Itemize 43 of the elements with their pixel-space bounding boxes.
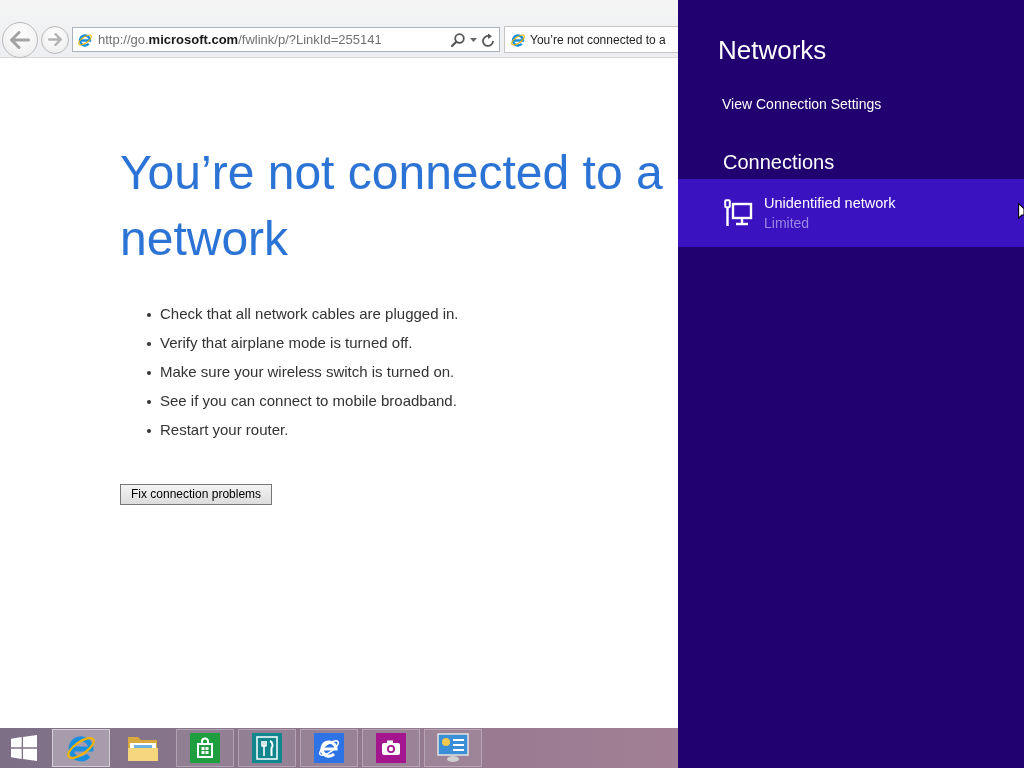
shopping-bag-icon	[190, 733, 220, 763]
fork-knife-icon	[252, 733, 282, 763]
tip-text: Make sure your wireless switch is turned on.	[160, 362, 455, 383]
wired-monitor-icon	[723, 199, 753, 227]
browser-tab[interactable]: You’re not connected to a	[504, 26, 678, 53]
arrow-right-icon	[48, 33, 62, 46]
tip-text: Restart your router.	[160, 420, 289, 441]
address-bar[interactable]: http://go.microsoft.com/fwlink/p/?LinkId=255141	[72, 27, 500, 52]
mouse-pointer-icon	[1018, 203, 1024, 219]
network-status: Limited	[764, 214, 811, 233]
four-panes-icon	[11, 735, 37, 761]
e-logo-icon	[77, 31, 93, 48]
e-logo-icon	[510, 31, 526, 48]
taskbar-button[interactable]	[424, 729, 482, 767]
section-heading: Connections	[723, 150, 835, 175]
folder-icon	[127, 734, 159, 762]
taskbar-button[interactable]	[176, 729, 234, 767]
taskbar-button[interactable]	[362, 729, 420, 767]
bullet-icon	[147, 341, 151, 346]
taskbar-button[interactable]	[238, 729, 296, 767]
monitor-icon	[437, 733, 469, 763]
refresh-icon[interactable]	[482, 32, 495, 47]
network-name: Unidentified network	[764, 194, 896, 213]
arrow-left-icon	[10, 30, 30, 49]
bullet-icon	[147, 312, 151, 317]
tip-text: Check that all network cables are plugged in.	[160, 304, 459, 325]
search-icon[interactable]	[451, 32, 465, 47]
tip-text: See if you can connect to mobile broadband.	[160, 391, 457, 412]
tip-text: Verify that airplane mode is turned off.	[160, 333, 413, 354]
e-logo-icon	[314, 733, 344, 763]
page-heading: You’re not connected to a network	[120, 145, 664, 267]
connection-settings-link[interactable]: View Connection Settings	[722, 94, 882, 114]
url-text: http://go.microsoft.com/fwlink/p/?LinkId=255141	[98, 30, 383, 49]
fix-connection-button[interactable]: Fix connection problems	[120, 484, 273, 505]
network-item[interactable]: Unidentified network Limited	[678, 179, 1024, 247]
bullet-icon	[147, 370, 151, 375]
bullet-icon	[147, 428, 151, 433]
caret-down-icon[interactable]	[470, 37, 477, 42]
panel-title: Networks	[718, 34, 827, 66]
camera-icon	[376, 733, 406, 763]
taskbar-button[interactable]	[300, 729, 358, 767]
back-button[interactable]	[2, 21, 38, 58]
bullet-icon	[147, 399, 151, 404]
